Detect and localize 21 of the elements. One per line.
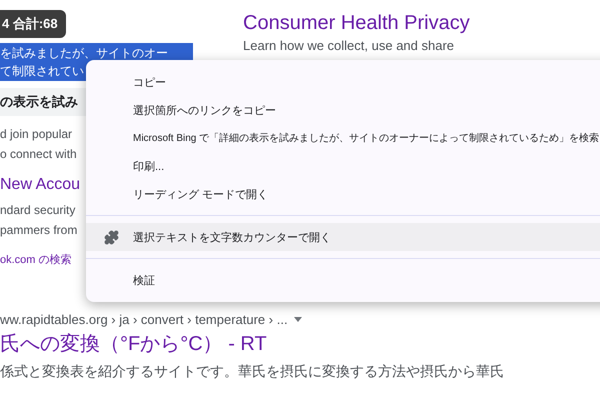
menu-item[interactable]: Microsoft Bing で「詳細の表示を試みましたが、サイトのオーナーによって制限されているため」を検索 <box>86 124 600 152</box>
menu-item[interactable]: リーディング モードで開く <box>86 180 600 208</box>
result-snippet: o connect with <box>0 146 77 163</box>
dropdown-caret-icon[interactable] <box>294 317 302 322</box>
result-title-link[interactable]: New Accou <box>0 172 80 198</box>
result-title-link[interactable]: Consumer Health Privacy <box>243 10 470 36</box>
search-link[interactable]: ok.com の検索 <box>0 252 72 267</box>
menu-item[interactable]: 選択テキストを文字数カウンターで開く <box>86 223 600 251</box>
puzzle-icon <box>104 230 119 244</box>
result-snippet: Learn how we collect, use and share <box>243 37 454 55</box>
menu-item[interactable]: 検証 <box>86 266 600 294</box>
menu-item[interactable]: 印刷... <box>86 152 600 180</box>
result-breadcrumb: ww.rapidtables.org › ja › convert › temperature › ... <box>0 312 288 327</box>
character-count-badge: 4 合計:68 <box>0 10 66 38</box>
selected-text-line: を試みましたが、サイトのオー <box>0 45 169 62</box>
result-snippet: 係式と変換表を紹介するサイトです。華氏を摂氏に変換する方法や摂氏から華氏 <box>0 362 504 381</box>
selected-text-line: て制限されてい <box>0 63 85 80</box>
result-title-link[interactable]: 氏への変換（°Fから°C） - RT <box>0 331 267 357</box>
result-snippet: d join popular <box>0 126 72 143</box>
result-snippet: pammers from <box>0 222 78 239</box>
result-snippet: ndard security <box>0 202 76 219</box>
